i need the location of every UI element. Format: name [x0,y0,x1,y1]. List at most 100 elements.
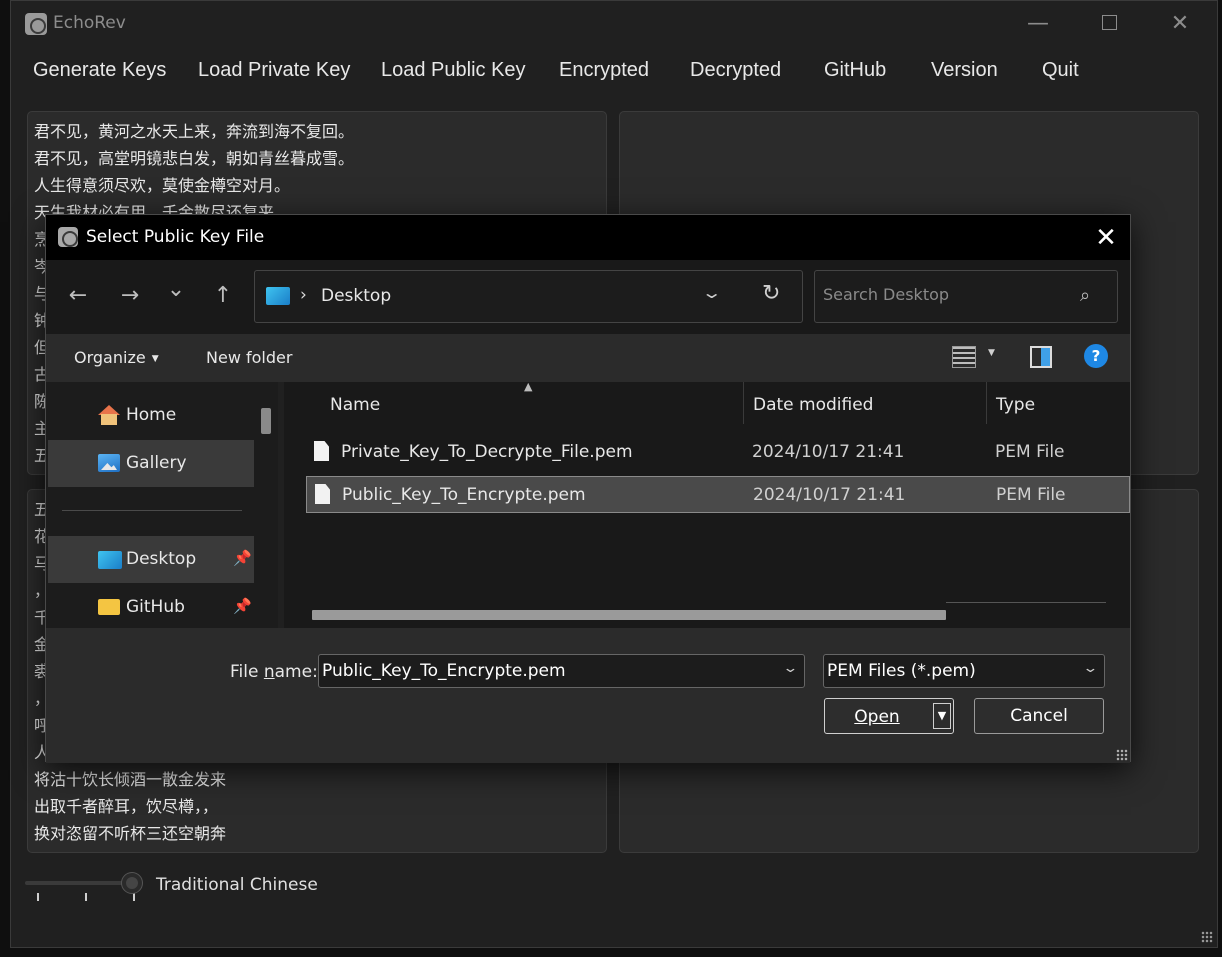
search-input[interactable] [823,285,1063,304]
recent-locations-chevron-icon[interactable]: ⌄ [161,277,191,302]
refresh-icon[interactable]: ↻ [762,281,780,306]
close-button[interactable]: ✕ [1157,9,1203,39]
file-type-select[interactable]: PEM Files (*.pem) ⌄ [823,654,1105,688]
command-bar: Organize ▼ New folder ▼ ? [46,334,1130,382]
up-arrow-icon[interactable]: ↑ [208,283,238,308]
cancel-button[interactable]: Cancel [974,698,1104,734]
horizontal-scrollbar[interactable] [312,610,946,620]
column-header-name[interactable]: Name [330,395,380,415]
file-name-label-part: File [230,662,264,682]
toggle-knob[interactable] [122,873,142,893]
file-date: 2024/10/17 21:41 [753,485,906,505]
file-name-label-part: ame: [274,662,318,682]
menu-encrypted[interactable]: Encrypted [559,59,649,82]
column-separator[interactable] [743,382,744,424]
pin-icon[interactable]: 📌 [233,597,252,615]
preview-pane-icon[interactable] [1030,346,1052,368]
open-button-label: Open [854,707,900,727]
menu-decrypted[interactable]: Decrypted [690,59,781,82]
breadcrumb-desktop[interactable]: Desktop [321,286,391,306]
file-icon [315,484,330,504]
column-header-type[interactable]: Type [996,395,1035,415]
file-name: Private_Key_To_Decrypte_File.pem [341,442,633,462]
dialog-close-button[interactable]: ✕ [1086,221,1126,255]
address-bar[interactable]: › Desktop ⌄ ↻ [254,270,803,323]
title-bar: EchoRev — ✕ [11,1,1217,47]
sidebar-item-github[interactable]: GitHub 📌 [48,584,254,628]
sidebar-item-label: Desktop [126,549,197,569]
menu-bar: Generate Keys Load Private Key Load Publ… [11,51,1217,91]
dialog-footer: File name: ⌄ PEM Files (*.pem) ⌄ Open ▼ … [46,628,1130,763]
file-type: PEM File [996,485,1066,505]
open-options-caret-icon[interactable]: ▼ [933,703,951,729]
organize-label: Organize [74,348,146,367]
navigation-pane: Home Gallery Desktop 📌 GitHub 📌 [46,382,278,628]
forward-arrow-icon[interactable]: → [115,283,145,308]
file-name-input[interactable] [322,661,772,681]
chevron-down-icon[interactable]: ⌄ [1082,661,1098,676]
file-row[interactable]: Private_Key_To_Decrypte_File.pem 2024/10… [306,434,1130,471]
sidebar-item-label: GitHub [126,597,185,617]
sidebar-item-home[interactable]: Home [48,392,254,439]
toggle-tick [37,893,39,901]
file-name-label: File name: [230,662,318,682]
file-name-combobox[interactable]: ⌄ [318,654,805,688]
help-icon[interactable]: ? [1084,344,1108,368]
input-line: 君不见，黄河之水天上来，奔流到海不复回。 [34,122,355,141]
caret-down-icon[interactable]: ▼ [988,348,995,358]
toggle-label: Traditional Chinese [156,875,318,895]
column-separator[interactable] [986,382,987,424]
address-dropdown-icon[interactable]: ⌄ [701,283,722,302]
view-options-icon[interactable] [952,346,976,368]
search-icon[interactable]: ⌕ [1080,285,1090,306]
file-type-value: PEM Files (*.pem) [827,661,976,681]
breadcrumb-separator-icon: › [300,285,307,305]
column-header-date[interactable]: Date modified [753,395,873,415]
desktop-folder-icon [266,287,290,305]
pin-icon[interactable]: 📌 [233,549,252,567]
sidebar-item-label: Home [126,405,177,425]
caret-down-icon: ▼ [151,353,159,364]
dialog-title-bar: Select Public Key File ✕ [46,215,1130,260]
select-public-key-dialog: Select Public Key File ✕ ← → ⌄ ↑ › Deskt… [45,214,1131,763]
sidebar-scrollbar[interactable] [261,408,271,434]
maximize-button[interactable] [1086,9,1132,39]
open-button[interactable]: Open ▼ [824,698,954,734]
file-type: PEM File [995,442,1065,462]
menu-version[interactable]: Version [931,59,998,82]
resize-grip-icon[interactable] [1201,931,1213,943]
organize-button[interactable]: Organize ▼ [74,348,159,367]
sidebar-item-desktop[interactable]: Desktop 📌 [48,536,254,583]
menu-load-public-key[interactable]: Load Public Key [381,59,526,82]
home-icon [98,405,120,425]
search-box[interactable]: ⌕ [814,270,1118,323]
back-arrow-icon[interactable]: ← [63,283,93,308]
output-line: 出取千者醉耳，饮尽樽，， [34,797,219,816]
maximize-icon [1101,14,1117,30]
sidebar-item-gallery[interactable]: Gallery [48,440,254,487]
file-row-selected[interactable]: Public_Key_To_Encrypte.pem 2024/10/17 21… [306,476,1130,513]
input-line: 人生得意须尽欢，莫使金樽空对月。 [34,176,291,195]
menu-quit[interactable]: Quit [1042,59,1079,82]
output-line: 换对恣留不听杯三还空朝奔 [34,824,227,843]
resize-grip-icon[interactable] [1116,749,1128,761]
gallery-icon [98,454,120,472]
app-logo-icon [58,227,78,247]
new-folder-button[interactable]: New folder [206,348,292,367]
traditional-chinese-toggle[interactable] [25,863,142,903]
sidebar-item-label: Gallery [126,453,187,473]
output-line: 将沽十饮长倾酒一散金发来 [34,770,227,789]
file-name: Public_Key_To_Encrypte.pem [342,485,586,505]
toggle-tick [85,893,87,901]
menu-github[interactable]: GitHub [824,59,886,82]
output-line: 杯 [34,847,226,852]
sort-ascending-icon: ▲ [524,382,533,393]
menu-load-private-key[interactable]: Load Private Key [198,59,350,82]
chevron-down-icon[interactable]: ⌄ [782,661,798,676]
navigation-bar: ← → ⌄ ↑ › Desktop ⌄ ↻ ⌕ [46,260,1130,334]
input-line: 君不见，高堂明镜悲白发，朝如青丝暮成雪。 [34,149,355,168]
scrollbar-track [946,602,1106,603]
toggle-tick [133,893,135,901]
minimize-button[interactable]: — [1015,9,1061,39]
menu-generate-keys[interactable]: Generate Keys [33,59,166,82]
